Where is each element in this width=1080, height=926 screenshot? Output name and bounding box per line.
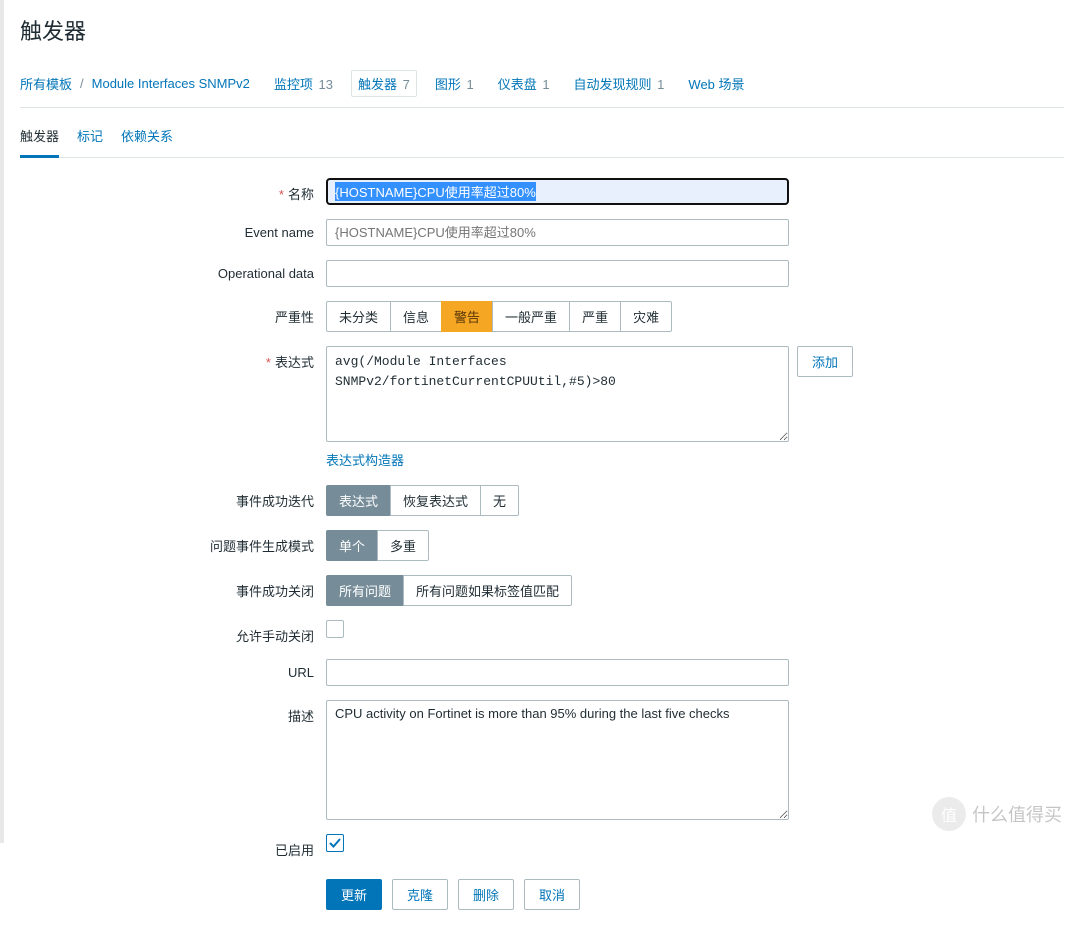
okgen-seg-option[interactable]: 无: [480, 485, 519, 516]
label-severity: 严重性: [20, 301, 326, 326]
label-url: URL: [20, 659, 326, 680]
breadcrumb-count: 1: [654, 77, 665, 92]
add-expression-button[interactable]: 添加: [797, 346, 853, 377]
breadcrumb-item[interactable]: Web 场景: [682, 71, 750, 96]
label-expression: 表达式: [275, 355, 314, 370]
tab-trigger[interactable]: 触发器: [20, 120, 59, 158]
label-enabled: 已启用: [20, 834, 326, 859]
enabled-checkbox[interactable]: [326, 834, 344, 852]
breadcrumb: 所有模板 / Module Interfaces SNMPv2 监控项 13 触发…: [20, 60, 1064, 108]
breadcrumb-item[interactable]: 监控项 13: [268, 71, 339, 96]
okclose-seg-option[interactable]: 所有问题: [326, 575, 404, 606]
label-name: 名称: [288, 187, 314, 202]
expression-textarea[interactable]: [326, 346, 789, 442]
problem-mode-segmented: 单个多重: [326, 530, 429, 561]
url-input[interactable]: [326, 659, 789, 686]
breadcrumb-link[interactable]: 图形: [435, 77, 461, 92]
breadcrumb-link[interactable]: 仪表盘: [498, 77, 537, 92]
okgen-seg-option[interactable]: 表达式: [326, 485, 391, 516]
pmode-seg-option[interactable]: 多重: [377, 530, 429, 561]
clone-button[interactable]: 克隆: [392, 879, 448, 910]
breadcrumb-count: 1: [539, 77, 550, 92]
label-description: 描述: [20, 700, 326, 725]
breadcrumb-link[interactable]: 自动发现规则: [574, 77, 652, 92]
sev-seg-option[interactable]: 警告: [441, 301, 493, 332]
severity-segmented: 未分类信息警告一般严重严重灾难: [326, 301, 672, 332]
sev-seg-option[interactable]: 一般严重: [492, 301, 570, 332]
event-name-input[interactable]: [326, 219, 789, 246]
breadcrumb-item[interactable]: 自动发现规则 1: [568, 71, 671, 96]
page-title: 触发器: [20, 0, 1064, 60]
name-input[interactable]: [326, 178, 789, 205]
delete-button[interactable]: 删除: [458, 879, 514, 910]
breadcrumb-count: 1: [463, 77, 474, 92]
description-textarea[interactable]: [326, 700, 789, 820]
label-problem-mode: 问题事件生成模式: [20, 530, 326, 555]
breadcrumb-all-templates[interactable]: 所有模板: [20, 74, 72, 93]
label-event-name: Event name: [20, 219, 326, 240]
breadcrumb-count: 13: [315, 77, 333, 92]
tab-dependencies[interactable]: 依赖关系: [121, 120, 173, 157]
allow-manual-checkbox[interactable]: [326, 620, 344, 638]
breadcrumb-template[interactable]: Module Interfaces SNMPv2: [92, 76, 250, 91]
okclose-seg-option[interactable]: 所有问题如果标签值匹配: [403, 575, 572, 606]
ok-close-segmented: 所有问题所有问题如果标签值匹配: [326, 575, 572, 606]
breadcrumb-item[interactable]: 图形 1: [429, 71, 480, 96]
operational-data-input[interactable]: [326, 260, 789, 287]
sev-seg-option[interactable]: 信息: [390, 301, 442, 332]
label-ok-close: 事件成功关闭: [20, 575, 326, 600]
breadcrumb-separator: /: [76, 76, 88, 91]
update-button[interactable]: 更新: [326, 879, 382, 910]
sev-seg-option[interactable]: 严重: [569, 301, 621, 332]
label-ok-gen: 事件成功迭代: [20, 485, 326, 510]
ok-gen-segmented: 表达式恢复表达式无: [326, 485, 519, 516]
breadcrumb-count: 7: [399, 77, 410, 92]
label-operational-data: Operational data: [20, 260, 326, 281]
pmode-seg-option[interactable]: 单个: [326, 530, 378, 561]
expression-builder-link[interactable]: 表达式构造器: [326, 453, 404, 468]
breadcrumb-link[interactable]: 触发器: [358, 77, 397, 92]
breadcrumb-link[interactable]: Web 场景: [688, 77, 744, 92]
cancel-button[interactable]: 取消: [524, 879, 580, 910]
okgen-seg-option[interactable]: 恢复表达式: [390, 485, 481, 516]
breadcrumb-item[interactable]: 仪表盘 1: [492, 71, 556, 96]
sev-seg-option[interactable]: 灾难: [620, 301, 672, 332]
tab-tags[interactable]: 标记: [77, 120, 103, 157]
tab-bar: 触发器 标记 依赖关系: [20, 108, 1064, 158]
breadcrumb-link[interactable]: 监控项: [274, 77, 313, 92]
sev-seg-option[interactable]: 未分类: [326, 301, 391, 332]
label-allow-manual: 允许手动关闭: [20, 620, 326, 645]
breadcrumb-item[interactable]: 触发器 7: [351, 70, 417, 97]
